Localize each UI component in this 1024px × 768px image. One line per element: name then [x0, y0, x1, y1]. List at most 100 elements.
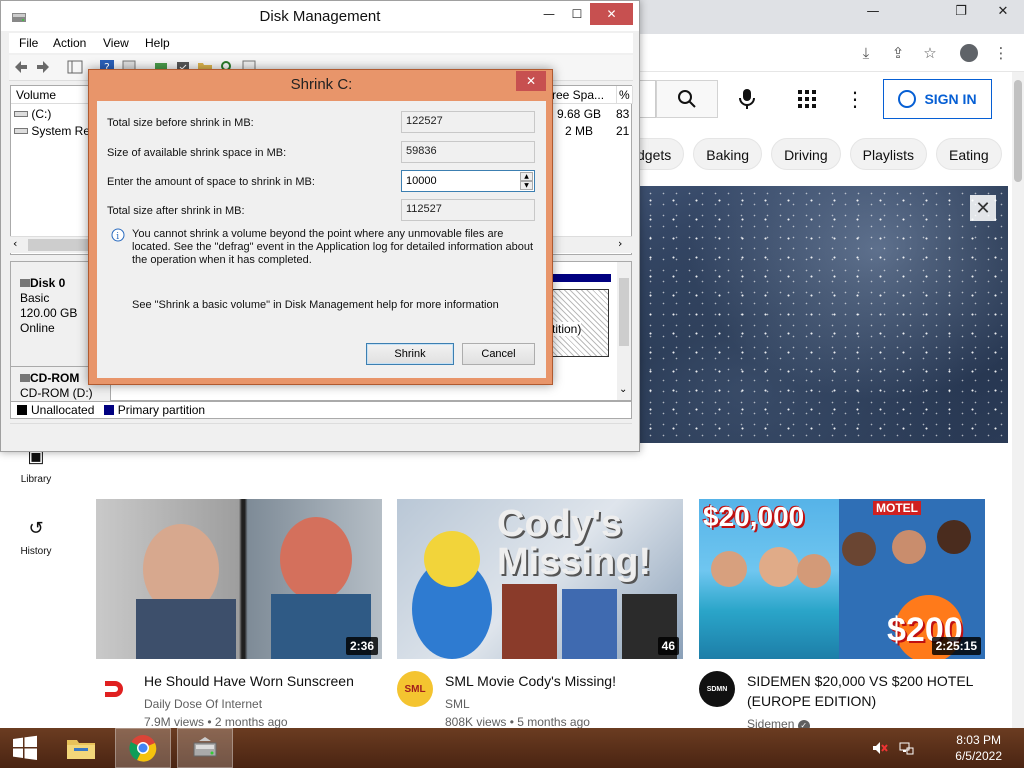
back-arrow-icon[interactable] — [13, 59, 29, 75]
maximize-button[interactable]: ☐ — [562, 3, 592, 25]
share-icon[interactable]: ⇪ — [885, 40, 911, 66]
thumbnail-text: Cody's Missing! — [497, 503, 652, 583]
cancel-button[interactable]: Cancel — [462, 343, 535, 365]
partition-block[interactable]: tition) — [551, 289, 609, 357]
minimize-button[interactable]: — — [534, 3, 564, 25]
channel-avatar[interactable]: SML — [397, 671, 433, 707]
thumbnail-text: $20,000 — [703, 501, 805, 532]
sign-in-button[interactable]: SIGN IN — [883, 79, 992, 119]
video-thumbnail[interactable]: 2:36 — [96, 499, 382, 659]
legend-primary: Primary partition — [117, 403, 206, 417]
menu-view[interactable]: View — [103, 36, 129, 50]
scroll-left-icon[interactable]: ‹ — [13, 237, 17, 250]
start-button[interactable] — [0, 728, 50, 768]
history-icon: ↺ — [28, 518, 44, 539]
video-card[interactable]: 2:36 He Should Have Worn Sunscreen Daily… — [96, 499, 382, 729]
scroll-down-icon[interactable]: ⌄ — [619, 384, 627, 395]
video-duration: 46 — [657, 637, 679, 655]
decrement-icon[interactable]: ▼ — [520, 181, 533, 190]
system-clock[interactable]: 8:03 PM 6/5/2022 — [955, 732, 1002, 764]
clock-date: 6/5/2022 — [955, 749, 1002, 763]
menu-bar: File Action View Help — [9, 33, 633, 53]
info-message: You cannot shrink a volume beyond the po… — [132, 228, 534, 266]
partition-header-bar — [551, 274, 611, 282]
scrollbar-thumb[interactable] — [619, 278, 629, 346]
more-options-icon[interactable]: ⋮ — [840, 84, 870, 114]
microphone-icon[interactable] — [732, 84, 762, 114]
cdrom-drive: CD-ROM (D:) — [20, 386, 93, 400]
drive-icon — [14, 128, 28, 134]
unallocated-swatch — [17, 405, 27, 415]
channel-avatar[interactable] — [96, 671, 132, 707]
promo-banner[interactable] — [636, 186, 1008, 443]
chrome-restore-button[interactable]: ❐ — [938, 0, 984, 22]
chrome-close-button[interactable]: ✕ — [980, 0, 1024, 22]
table-row[interactable]: (C:) — [14, 107, 51, 121]
sidebar-item-history[interactable]: ↺ History — [0, 518, 72, 557]
channel-name[interactable]: Daily Dose Of Internet — [144, 697, 262, 711]
install-app-icon[interactable]: ⤓ — [853, 40, 879, 66]
table-row[interactable]: System Res — [14, 124, 96, 138]
legend-unallocated: Unallocated — [31, 403, 95, 417]
disk-management-taskbar-button[interactable] — [177, 728, 233, 768]
profile-icon[interactable] — [956, 40, 982, 66]
dialog-close-button[interactable]: ✕ — [516, 71, 546, 91]
dialog-body: Total size before shrink in MB: 122527 S… — [97, 101, 546, 378]
channel-avatar[interactable]: SDMN — [699, 671, 735, 707]
network-icon[interactable] — [898, 740, 914, 756]
apps-grid-icon[interactable] — [792, 84, 822, 114]
channel-name[interactable]: SML — [445, 697, 470, 711]
sidebar-item-label: History — [20, 546, 52, 557]
bookmark-star-icon[interactable]: ☆ — [917, 40, 943, 66]
percent-free-value: 83 — [616, 107, 630, 121]
video-card[interactable]: Cody's Missing! 46 SML SML Movie Cody's … — [397, 499, 683, 729]
chrome-minimize-button[interactable]: — — [850, 0, 896, 22]
menu-action[interactable]: Action — [53, 36, 86, 50]
partition-label: tition) — [552, 322, 582, 336]
total-size-before-value: 122527 — [401, 111, 535, 133]
chrome-taskbar-button[interactable] — [115, 728, 171, 768]
banner-close-icon[interactable]: ✕ — [970, 195, 996, 221]
video-title[interactable]: SML Movie Cody's Missing! — [445, 671, 681, 691]
close-button[interactable]: ✕ — [590, 3, 633, 25]
chip[interactable]: Eating — [936, 138, 1002, 170]
scrollbar-thumb[interactable] — [28, 239, 88, 251]
available-shrink-value: 59836 — [401, 141, 535, 163]
shrink-amount-input[interactable] — [402, 171, 518, 191]
video-thumbnail[interactable]: $20,000 MOTEL $200 2:25:15 — [699, 499, 985, 659]
chip[interactable]: Playlists — [849, 138, 927, 170]
volume-name: (C:) — [31, 107, 52, 121]
svg-text:i: i — [116, 232, 119, 242]
video-stats: 808K views • 5 months ago — [445, 715, 590, 729]
search-icon — [678, 90, 696, 108]
scroll-right-icon[interactable]: › — [618, 237, 622, 250]
show-hide-console-icon[interactable] — [67, 59, 83, 75]
menu-file[interactable]: File — [19, 36, 38, 50]
video-title[interactable]: SIDEMEN $20,000 VS $200 HOTEL (EUROPE ED… — [747, 671, 983, 711]
shrink-button[interactable]: Shrink — [366, 343, 454, 365]
chrome-menu-icon[interactable]: ⋮ — [988, 40, 1014, 66]
video-duration: 2:25:15 — [931, 637, 981, 655]
chip[interactable]: Baking — [693, 138, 763, 170]
column-header-percent-free[interactable]: % F — [617, 86, 633, 104]
chip[interactable]: dgets — [636, 138, 685, 170]
disk-icon — [20, 279, 30, 287]
video-card[interactable]: $20,000 MOTEL $200 2:25:15 SDMN SIDEMEN … — [699, 499, 985, 732]
increment-icon[interactable]: ▲ — [520, 172, 533, 181]
shrink-amount-stepper[interactable]: ▲ ▼ — [401, 170, 535, 192]
chip[interactable]: Driving — [771, 138, 841, 170]
field-label: Total size after shrink in MB: — [107, 205, 245, 217]
file-explorer-button[interactable] — [56, 728, 106, 768]
page-scrollbar-thumb[interactable] — [1014, 80, 1022, 182]
chip-bar: dgets Baking Driving Playlists Eating — [636, 138, 1012, 172]
video-title[interactable]: He Should Have Worn Sunscreen — [144, 671, 380, 691]
vertical-scrollbar[interactable]: ⌄ — [617, 262, 631, 400]
forward-arrow-icon[interactable] — [35, 59, 51, 75]
sidebar-item-label: Library — [20, 474, 52, 485]
menu-help[interactable]: Help — [145, 36, 170, 50]
video-thumbnail[interactable]: Cody's Missing! 46 — [397, 499, 683, 659]
cdrom-icon — [20, 374, 30, 382]
volume-muted-icon[interactable] — [872, 740, 888, 756]
column-header-free-space[interactable]: ree Spa... — [547, 86, 617, 104]
search-button[interactable] — [656, 80, 718, 118]
